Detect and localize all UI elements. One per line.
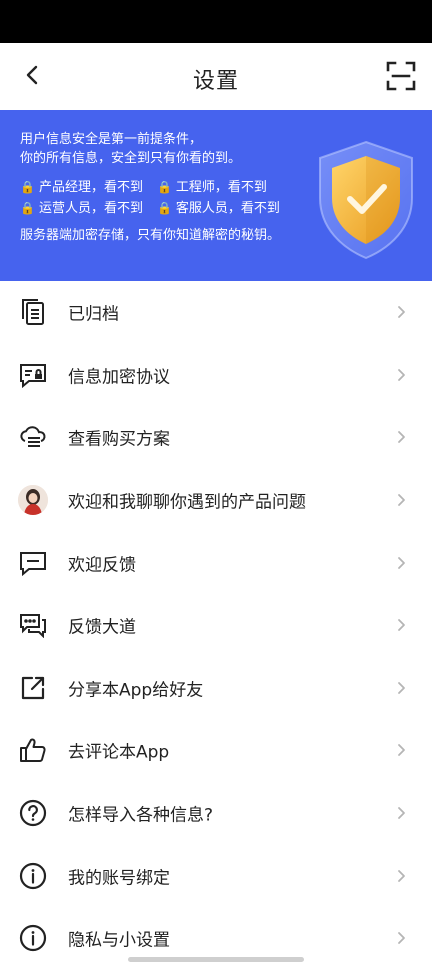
chevron-right-icon [398,807,405,819]
shield-icon [319,140,413,260]
menu-item-label: 欢迎反馈 [68,555,136,576]
page-title: 设置 [192,69,239,94]
banner-roles-row-2: 🔒 运营人员，看不到 🔒 客服人员，看不到 [20,199,280,218]
role-label: 运营人员，看不到 [38,201,143,216]
purchase-plan-icon [18,422,48,452]
menu-item-review-app[interactable]: 去评论本App [0,719,432,782]
role-label: 产品经理，看不到 [38,180,143,195]
home-indicator[interactable] [128,957,304,962]
menu-item-feedback-forum[interactable]: 反馈大道 [0,594,432,657]
lock-icon: 🔒 [20,180,35,194]
menu-item-product-chat[interactable]: 欢迎和我聊聊你遇到的产品问题 [0,469,432,532]
lock-icon: 🔒 [20,201,35,215]
chevron-right-icon [398,932,405,945]
menu-item-label: 我的账号绑定 [68,868,170,889]
feedback-forum-icon [18,610,48,640]
menu-item-archived[interactable]: 已归档 [0,281,432,344]
menu-item-label: 已归档 [68,304,119,325]
chevron-right-icon [398,306,405,319]
menu-item-purchase-plan[interactable]: 查看购买方案 [0,406,432,469]
encryption-agreement-icon [18,360,48,390]
menu-item-encryption-agreement[interactable]: 信息加密协议 [0,344,432,407]
menu-item-feedback[interactable]: 欢迎反馈 [0,531,432,594]
menu-item-label: 怎样导入各种信息? [68,805,214,826]
banner-line-2: 你的所有信息，安全到只有你看的到。 [20,151,242,166]
scan-icon[interactable] [386,61,416,91]
help-icon [18,798,48,828]
archive-icon [18,297,48,327]
menu-item-label: 查看购买方案 [68,429,170,450]
menu-item-label: 隐私与小设置 [68,930,170,951]
menu-item-import-guide[interactable]: 怎样导入各种信息? [0,782,432,845]
info-icon [18,861,48,891]
chevron-right-icon [398,556,405,569]
menu-item-account-binding[interactable]: 我的账号绑定 [0,844,432,907]
avatar [18,485,48,516]
lock-icon: 🔒 [156,201,172,215]
chevron-right-icon [398,681,405,694]
menu-item-label: 反馈大道 [68,617,136,638]
menu-item-label: 去评论本App [68,742,170,763]
menu-item-label: 信息加密协议 [68,367,170,388]
menu-item-privacy-settings[interactable]: 隐私与小设置 [0,907,432,964]
role-label: 工程师，看不到 [175,180,267,195]
navigation-bar: 设置 [0,43,432,110]
banner-roles-row-1: 🔒 产品经理，看不到 🔒 工程师，看不到 [20,178,267,197]
menu-item-label: 欢迎和我聊聊你遇到的产品问题 [68,492,306,513]
status-bar [0,0,432,43]
settings-menu: 已归档 信息加密协议 查看购买方案 欢迎和我聊聊你遇到的产品问题 欢迎反馈 反馈… [0,281,432,964]
feedback-icon [18,548,48,578]
menu-item-share-app[interactable]: 分享本App给好友 [0,657,432,720]
menu-item-label: 分享本App给好友 [68,680,204,701]
thumbs-up-icon [18,735,48,765]
chevron-right-icon [398,494,405,506]
banner-line-1: 用户信息安全是第一前提条件， [20,132,203,147]
banner-line-5: 服务器端加密存储，只有你知道解密的秘钥。 [20,228,281,243]
info-icon [18,923,48,953]
chevron-right-icon [398,744,405,757]
chevron-right-icon [398,368,405,381]
chevron-right-icon [398,619,405,632]
chevron-right-icon [398,431,405,444]
role-label: 客服人员，看不到 [175,201,280,216]
share-icon [18,673,48,703]
chevron-right-icon [398,869,405,882]
lock-icon: 🔒 [156,180,172,194]
security-banner: 用户信息安全是第一前提条件， 你的所有信息，安全到只有你看的到。 🔒 产品经理，看… [0,110,432,281]
